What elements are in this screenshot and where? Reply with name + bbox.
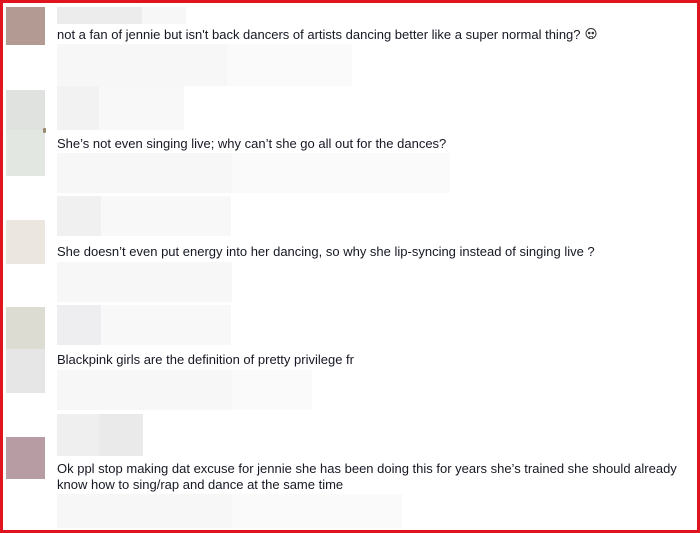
comment-text-1: not a fan of jennie but isn't back dance… [57,27,682,43]
avatar[interactable] [6,90,45,130]
comment-meta-blur [57,262,232,302]
tick-mark [43,128,46,133]
username-extra [101,305,231,345]
avatar[interactable] [6,437,45,479]
username[interactable] [57,86,99,130]
comment-body: Blackpink girls are the definition of pr… [57,352,354,367]
avatar[interactable] [6,7,45,45]
comment-body: She doesn’t even put energy into her dan… [57,244,595,259]
avatar-lower [6,349,45,393]
username-extra [99,414,143,456]
comment-meta-blur [57,44,227,86]
comment-text-2: She’s not even singing live; why can’t s… [57,136,682,152]
comment-actions-blur [232,370,312,410]
avatar-lower [6,130,45,176]
comment-actions-blur [227,44,352,86]
comment-meta-blur [57,370,232,410]
comment-text-3: She doesn’t even put energy into her dan… [57,244,682,260]
avatar[interactable] [6,220,45,264]
avatar[interactable] [6,307,45,349]
comment-actions-blur [232,153,450,193]
username-extra [142,7,186,24]
username-extra [101,196,231,236]
comment-meta-blur [57,494,232,528]
username[interactable] [57,7,142,24]
username[interactable] [57,305,101,345]
comment-actions-blur [232,494,402,528]
comment-body: Ok ppl stop making dat excuse for jennie… [57,461,677,492]
skull-emoji-icon [585,28,597,40]
comment-text-5: Ok ppl stop making dat excuse for jennie… [57,461,682,493]
comment-body: not a fan of jennie but isn't back dance… [57,27,581,42]
username-extra [99,86,184,130]
username[interactable] [57,414,99,456]
comment-body: She’s not even singing live; why can’t s… [57,136,447,151]
comment-text-4: Blackpink girls are the definition of pr… [57,352,682,368]
username[interactable] [57,196,101,236]
comment-meta-blur [57,153,232,193]
